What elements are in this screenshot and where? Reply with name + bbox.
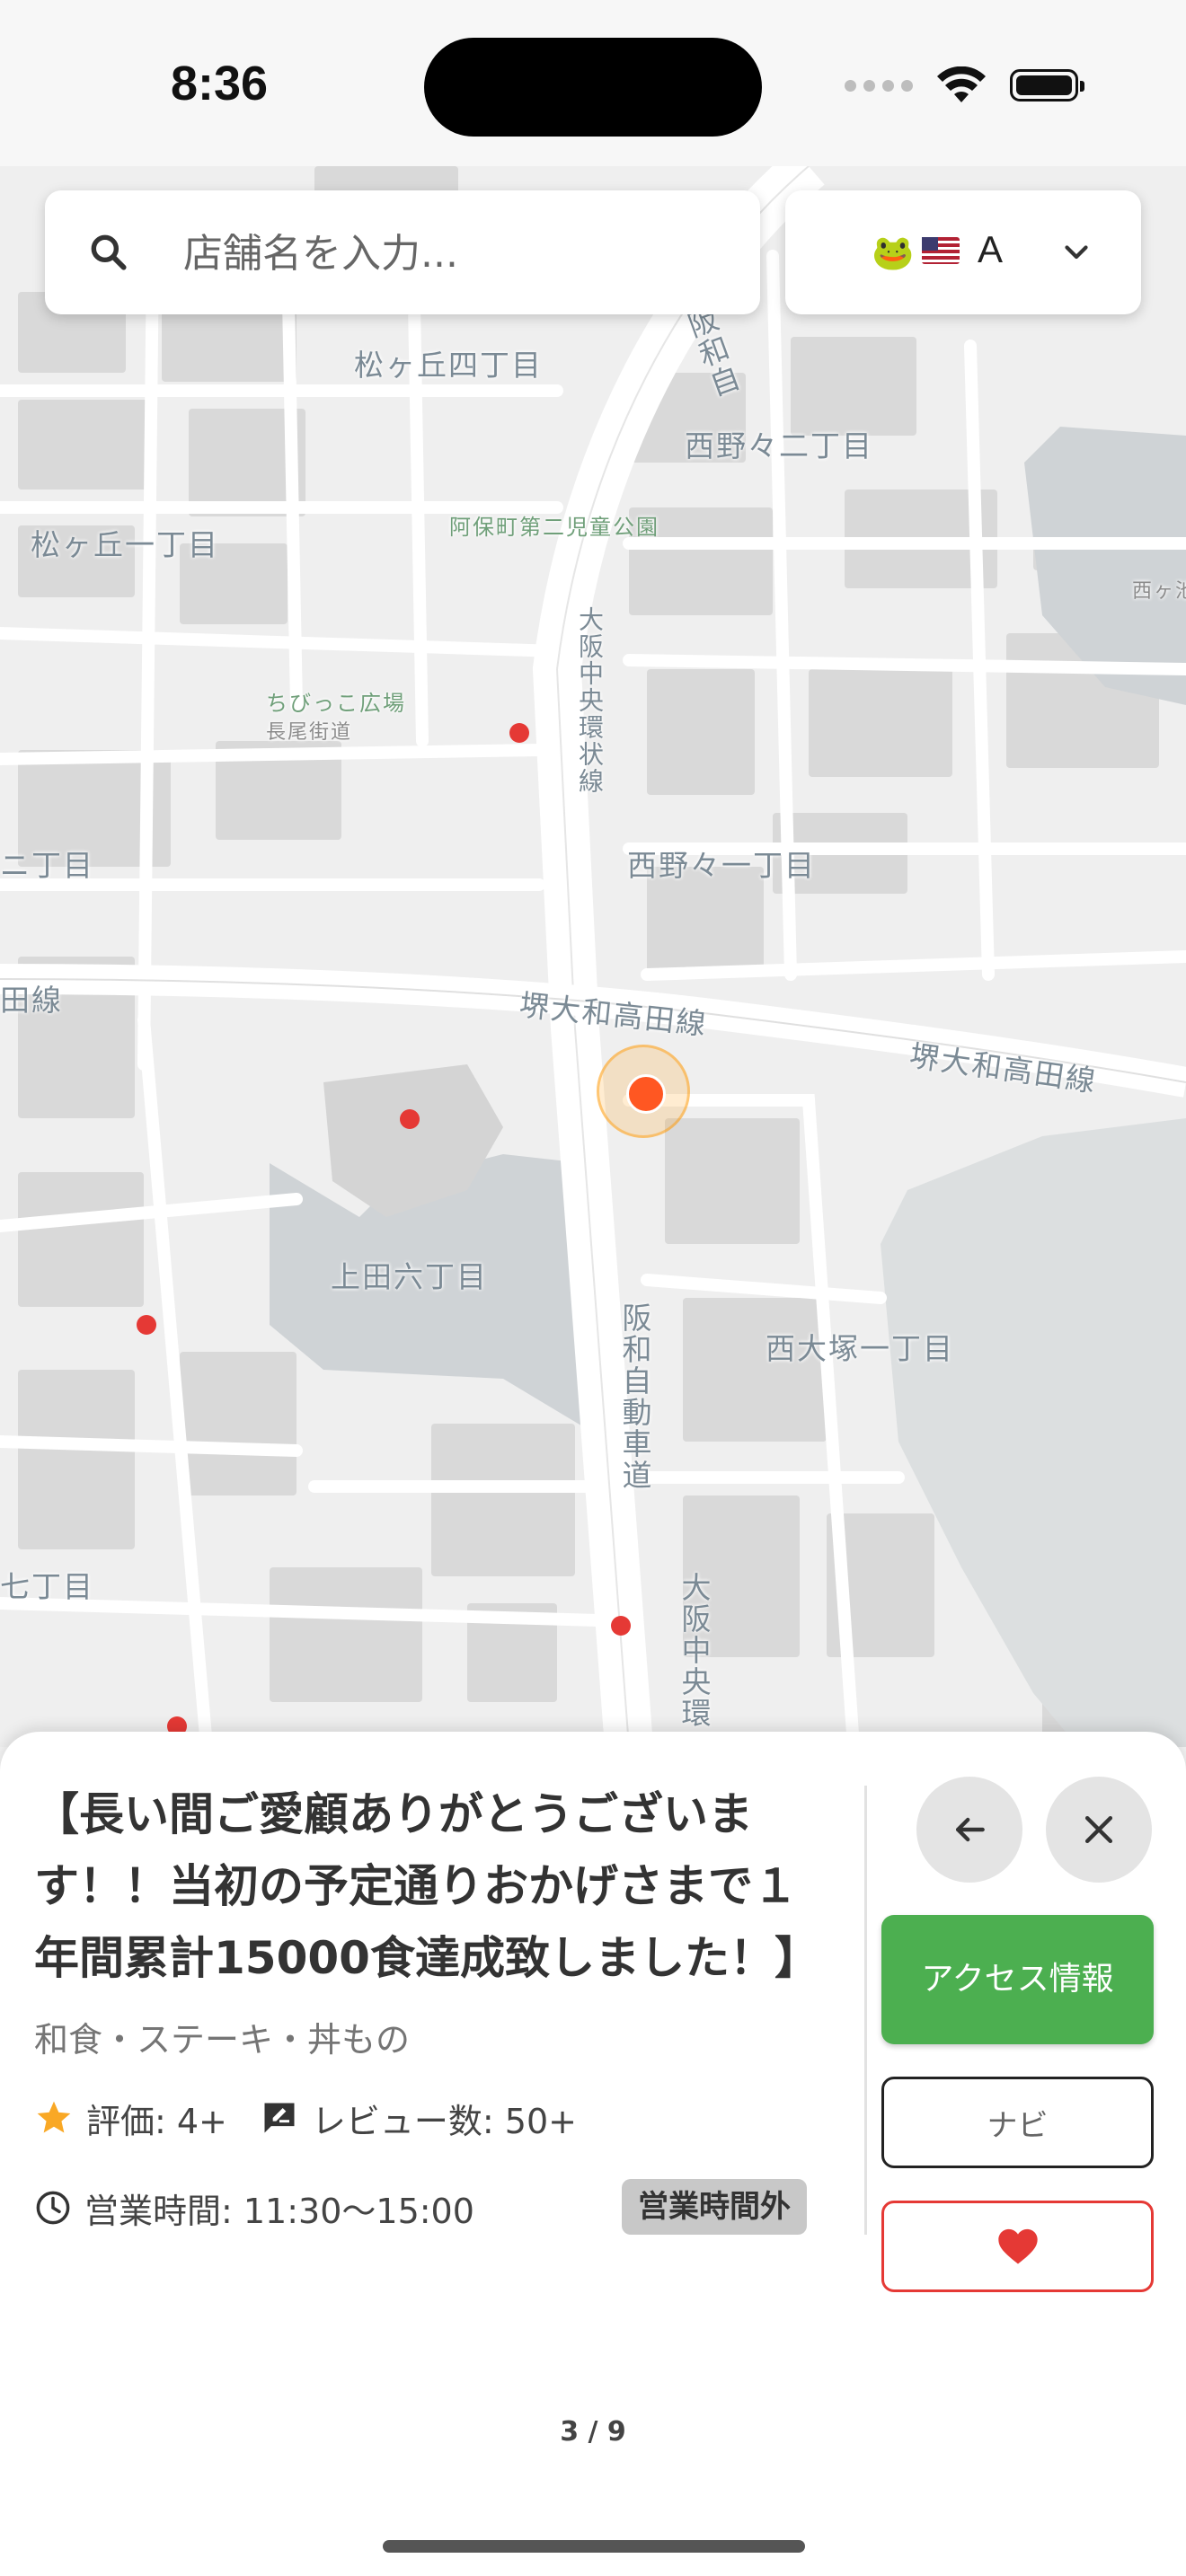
rating-row: 評価: 4+ レビュー数: 50+ <box>34 2093 577 2143</box>
map-label: ニ丁目 <box>0 848 94 883</box>
close-icon <box>1084 1815 1113 1844</box>
search-input[interactable] <box>181 219 724 287</box>
rating-text: 評価: 4+ <box>86 2101 227 2141</box>
map-label: 大阪中央環状線 <box>575 606 605 795</box>
map-label: 西ヶ池 <box>1132 580 1186 603</box>
navi-button[interactable]: ナビ <box>881 2077 1154 2168</box>
map-label: 田線 <box>0 983 63 1018</box>
star-icon <box>37 2101 71 2133</box>
map-label: 七丁目 <box>0 1569 94 1604</box>
search-icon <box>91 234 127 270</box>
map-label: 阿保町第二児童公園 <box>449 515 659 540</box>
status-bar: 8:36 <box>0 0 1186 166</box>
shop-detail-sheet: 【長い間ご愛顧ありがとうございます！！当初の予定通りおかげさまで１年間累計150… <box>0 1732 1186 2576</box>
map-label: 長尾街道 <box>266 721 353 744</box>
shop-marker[interactable] <box>400 1109 420 1129</box>
us-flag-icon <box>922 237 960 264</box>
review-count-text: レビュー数: 50+ <box>311 2101 577 2141</box>
access-info-button[interactable]: アクセス情報 <box>881 1915 1154 2044</box>
battery-icon <box>1010 69 1084 101</box>
back-arrow-icon <box>955 1817 985 1842</box>
page-indicator: 3 / 9 <box>560 2416 626 2448</box>
hours-row: 営業時間: 11:30〜15:00 営業時間外 <box>34 2179 807 2236</box>
dynamic-island <box>424 38 762 137</box>
map-label: 阪和自動車道 <box>617 1302 652 1491</box>
wifi-icon <box>937 66 986 102</box>
chevron-down-icon <box>1065 245 1088 260</box>
status-icons <box>845 63 1084 108</box>
shop-marker[interactable] <box>611 1616 631 1636</box>
map-label: 松ヶ丘一丁目 <box>31 527 219 562</box>
map-label: 松ヶ丘四丁目 <box>354 348 543 383</box>
favorite-button[interactable] <box>881 2201 1154 2292</box>
map-label: 大阪中央環 <box>677 1572 712 1729</box>
shop-genre: 和食・ステーキ・丼もの <box>34 2020 411 2060</box>
status-badge: 営業時間外 <box>622 2179 807 2235</box>
language-code: A <box>978 228 1004 270</box>
shop-marker[interactable] <box>509 723 529 743</box>
home-indicator[interactable] <box>383 2540 805 2553</box>
map-label: 西野々一丁目 <box>627 848 816 883</box>
cellular-icon <box>845 79 913 92</box>
map-label: ちびっこ広場 <box>266 691 406 716</box>
divider <box>864 1786 867 2235</box>
language-selector[interactable]: 🐸 A <box>785 190 1141 314</box>
status-time: 8:36 <box>171 57 269 110</box>
map-view[interactable]: 松ヶ丘四丁目 阪和自 西野々二丁目 松ヶ丘一丁目 阿保町第二児童公園 西ヶ池 大… <box>0 166 1186 1747</box>
review-icon <box>264 2103 295 2133</box>
search-bar[interactable] <box>45 190 760 314</box>
shop-marker[interactable] <box>137 1315 156 1335</box>
frog-icon: 🐸 <box>872 233 915 272</box>
map-label: 西大塚一丁目 <box>766 1331 954 1366</box>
heart-icon <box>997 2228 1038 2264</box>
map-label: 上田六丁目 <box>331 1259 488 1294</box>
clock-icon <box>36 2191 70 2225</box>
map-label: 西野々二丁目 <box>685 428 873 463</box>
hours-text: 営業時間: 11:30〜15:00 <box>84 2191 474 2231</box>
selected-location-pin[interactable] <box>597 1045 690 1138</box>
shop-title: 【長い間ご愛顧ありがとうございます！！当初の予定通りおかげさまで１年間累計150… <box>34 1788 807 1984</box>
close-button[interactable] <box>1046 1777 1152 1883</box>
map-roads <box>0 166 1186 1747</box>
back-button[interactable] <box>916 1777 1022 1883</box>
